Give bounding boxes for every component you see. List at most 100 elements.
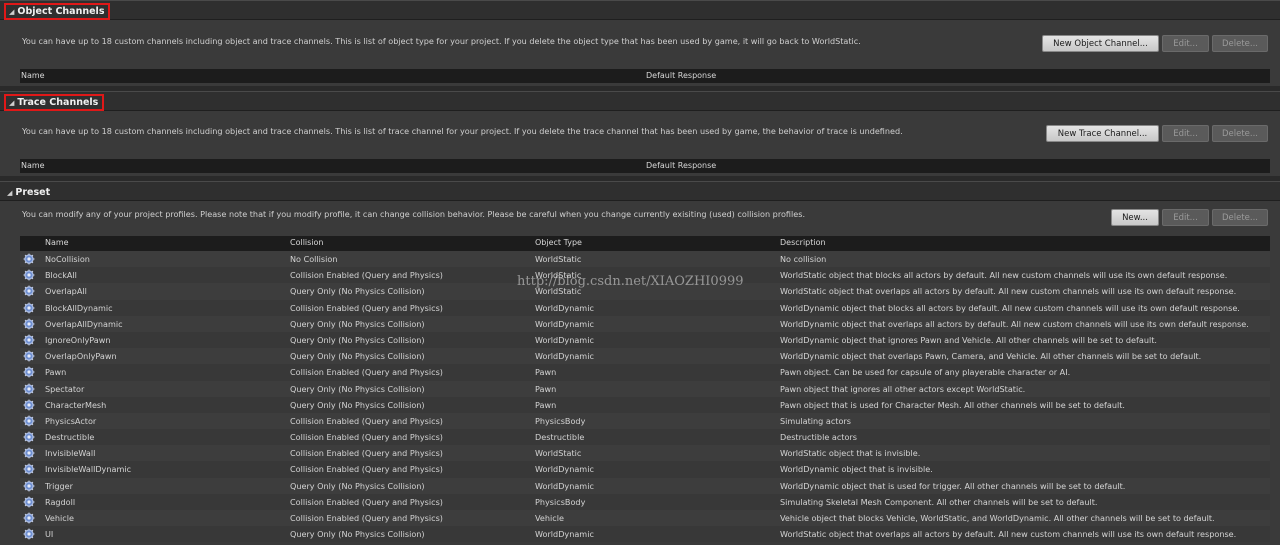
table-row[interactable]: CharacterMesh Query Only (No Physics Coll…: [20, 396, 1270, 413]
profile-gear-icon: [23, 480, 35, 492]
column-name[interactable]: Name: [45, 238, 69, 247]
object-channels-description: You can have up to 18 custom channels in…: [22, 36, 861, 46]
row-description: WorldStatic object that overlaps all act…: [780, 529, 1237, 540]
row-name: Spectator: [45, 383, 85, 394]
collapse-triangle-icon[interactable]: ◢: [9, 8, 14, 16]
row-object-type: WorldStatic: [535, 448, 582, 459]
table-row[interactable]: UI Query Only (No Physics Collision) World…: [20, 526, 1270, 543]
row-name: BlockAllDynamic: [45, 302, 113, 313]
row-name: BlockAll: [45, 270, 77, 281]
row-object-type: WorldDynamic: [535, 318, 594, 329]
table-row[interactable]: IgnoreOnlyPawn Query Only (No Physics Col…: [20, 331, 1270, 349]
object-channels-header[interactable]: ◢ Object Channels: [0, 0, 1280, 20]
row-object-type: Destructible: [535, 432, 585, 443]
row-object-type: WorldDynamic: [535, 529, 594, 540]
trace-channels-column-header: Name Default Response: [20, 159, 1270, 173]
row-object-type: WorldStatic: [535, 254, 582, 264]
column-description[interactable]: Description: [780, 238, 826, 247]
table-row[interactable]: Destructible Collision Enabled (Query and…: [20, 429, 1270, 446]
row-name: Vehicle: [45, 513, 74, 523]
trace-channel-edit-button[interactable]: Edit...: [1162, 125, 1209, 142]
column-object-type[interactable]: Object Type: [535, 238, 582, 247]
row-object-type: PhysicsBody: [535, 496, 586, 507]
preset-header[interactable]: ◢ Preset: [0, 181, 1280, 201]
trace-channels-header[interactable]: ◢ Trace Channels: [0, 91, 1280, 111]
collapse-triangle-icon[interactable]: ◢: [9, 99, 14, 107]
object-channel-edit-button[interactable]: Edit...: [1162, 35, 1209, 52]
profile-gear-icon: [23, 366, 35, 378]
table-row[interactable]: OverlapAll Query Only (No Physics Collisi…: [20, 283, 1270, 300]
collapse-triangle-icon[interactable]: ◢: [7, 189, 12, 197]
row-description: Pawn object. Can be used for capsule of …: [780, 367, 1071, 378]
preset-title-box[interactable]: ◢ Preset: [4, 184, 54, 201]
table-row[interactable]: BlockAll Collision Enabled (Query and Phy…: [20, 267, 1270, 284]
row-description: WorldStatic object that is invisible.: [780, 448, 921, 459]
row-object-type: Pawn: [535, 383, 557, 394]
profile-gear-icon: [23, 269, 35, 281]
row-object-type: WorldDynamic: [535, 302, 594, 313]
row-name: InvisibleWall: [45, 448, 96, 459]
preset-description: You can modify any of your project profi…: [22, 209, 806, 219]
table-row[interactable]: Spectator Query Only (No Physics Collisio…: [20, 380, 1270, 397]
column-default-response: Default Response: [646, 161, 717, 170]
row-object-type: WorldStatic: [535, 286, 582, 297]
column-collision[interactable]: Collision: [290, 238, 324, 247]
preset-title: Preset: [15, 187, 51, 198]
trace-channels-description: You can have up to 18 custom channels in…: [22, 126, 903, 136]
table-row[interactable]: InvisibleWallDynamic Collision Enabled (Q…: [20, 461, 1270, 478]
object-channel-delete-button[interactable]: Delete...: [1212, 35, 1268, 52]
object-channels-title-box[interactable]: ◢ Object Channels: [4, 3, 111, 20]
row-name: NoCollision: [45, 254, 90, 264]
new-object-channel-button[interactable]: New Object Channel...: [1042, 35, 1159, 52]
new-preset-button[interactable]: New...: [1111, 209, 1159, 226]
row-name: OverlapOnlyPawn: [45, 351, 117, 362]
row-description: Simulating actors: [780, 415, 851, 426]
table-row[interactable]: Trigger Query Only (No Physics Collision)…: [20, 477, 1270, 494]
preset-table: Name Collision Object Type Description N…: [20, 236, 1270, 543]
row-collision: Query Only (No Physics Collision): [290, 286, 425, 297]
table-row[interactable]: Pawn Collision Enabled (Query and Physics…: [20, 364, 1270, 381]
table-row[interactable]: OverlapAllDynamic Query Only (No Physics …: [20, 315, 1270, 332]
row-collision: Collision Enabled (Query and Physics): [290, 270, 443, 281]
profile-gear-icon: [23, 383, 35, 395]
profile-gear-icon: [23, 285, 35, 297]
row-description: WorldStatic object that overlaps all act…: [780, 286, 1237, 297]
table-row[interactable]: Ragdoll Collision Enabled (Query and Phys…: [20, 493, 1270, 510]
profile-gear-icon: [23, 350, 35, 362]
preset-edit-button[interactable]: Edit...: [1162, 209, 1209, 226]
table-row[interactable]: PhysicsActor Collision Enabled (Query and…: [20, 412, 1270, 430]
column-default-response: Default Response: [646, 71, 717, 80]
row-name: IgnoreOnlyPawn: [45, 334, 111, 345]
table-row[interactable]: OverlapOnlyPawn Query Only (No Physics Co…: [20, 348, 1270, 365]
row-description: WorldDynamic object that overlaps Pawn, …: [780, 351, 1202, 362]
row-object-type: WorldDynamic: [535, 351, 594, 362]
trace-channels-title-box[interactable]: ◢ Trace Channels: [4, 94, 105, 111]
table-row[interactable]: BlockAllDynamic Collision Enabled (Query …: [20, 299, 1270, 316]
row-collision: Collision Enabled (Query and Physics): [290, 367, 443, 378]
table-row[interactable]: Vehicle Collision Enabled (Query and Phys…: [20, 510, 1270, 527]
row-collision: Query Only (No Physics Collision): [290, 383, 425, 394]
row-name: InvisibleWallDynamic: [45, 464, 132, 475]
row-name: PhysicsActor: [45, 415, 97, 426]
profile-gear-icon: [23, 447, 35, 459]
row-description: WorldDynamic object that overlaps all ac…: [780, 318, 1249, 329]
object-channels-title: Object Channels: [17, 6, 105, 17]
row-name: Trigger: [45, 480, 73, 491]
row-name: Destructible: [45, 432, 95, 443]
row-collision: Collision Enabled (Query and Physics): [290, 302, 443, 313]
trace-channel-delete-button[interactable]: Delete...: [1212, 125, 1268, 142]
row-collision: Query Only (No Physics Collision): [290, 529, 425, 540]
row-name: Ragdoll: [45, 496, 76, 507]
profile-gear-icon: [23, 431, 35, 443]
profile-gear-icon: [23, 253, 35, 265]
row-collision: Collision Enabled (Query and Physics): [290, 496, 443, 507]
profile-gear-icon: [23, 512, 35, 524]
preset-delete-button[interactable]: Delete...: [1212, 209, 1268, 226]
new-trace-channel-button[interactable]: New Trace Channel...: [1046, 125, 1159, 142]
row-collision: Query Only (No Physics Collision): [290, 480, 425, 491]
row-object-type: WorldDynamic: [535, 334, 594, 345]
trace-channels-title: Trace Channels: [17, 97, 99, 108]
row-name: UI: [45, 529, 54, 540]
table-row[interactable]: InvisibleWall Collision Enabled (Query an…: [20, 445, 1270, 462]
table-row[interactable]: NoCollision No Collision WorldStatic No col…: [20, 251, 1270, 268]
